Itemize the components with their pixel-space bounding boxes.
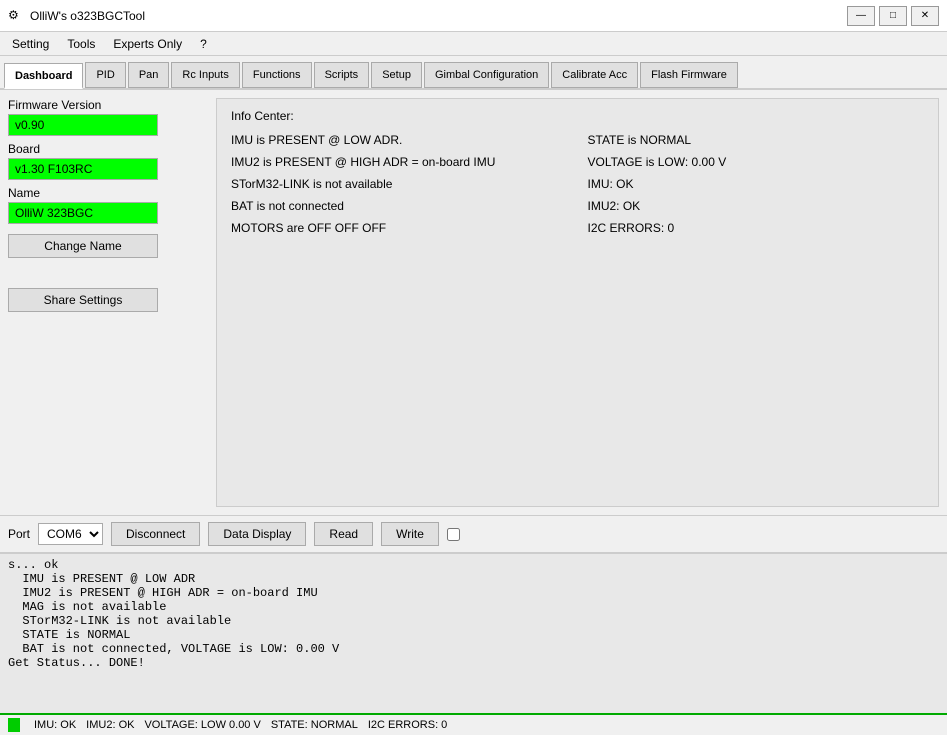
close-button[interactable]: ✕: [911, 6, 939, 26]
info-center-title: Info Center:: [231, 109, 924, 123]
info-i2c-errors: I2C ERRORS: 0: [588, 221, 925, 235]
port-label: Port: [8, 527, 30, 541]
info-panel: Info Center: IMU is PRESENT @ LOW ADR. S…: [216, 98, 939, 507]
tab-flash-firmware[interactable]: Flash Firmware: [640, 62, 738, 88]
tab-pan[interactable]: Pan: [128, 62, 170, 88]
controls-bar: Port COM6 Disconnect Data Display Read W…: [0, 515, 947, 553]
name-input[interactable]: [8, 202, 158, 224]
left-panel: Firmware Version Board Name Change Name …: [8, 98, 208, 507]
menu-experts-only[interactable]: Experts Only: [105, 35, 190, 53]
info-imu-ok: IMU: OK: [588, 177, 925, 191]
left-panel-lower: Share Settings: [8, 284, 208, 312]
share-settings-button[interactable]: Share Settings: [8, 288, 158, 312]
restore-button[interactable]: □: [879, 6, 907, 26]
titlebar: ⚙ OlliW's o323BGCTool — □ ✕: [0, 0, 947, 32]
titlebar-left: ⚙ OlliW's o323BGCTool: [8, 8, 145, 24]
titlebar-controls: — □ ✕: [847, 6, 939, 26]
info-storm32-link: STorM32-LINK is not available: [231, 177, 568, 191]
menu-tools[interactable]: Tools: [59, 35, 103, 53]
tab-setup[interactable]: Setup: [371, 62, 422, 88]
info-imu-present: IMU is PRESENT @ LOW ADR.: [231, 133, 568, 147]
menubar: Setting Tools Experts Only ?: [0, 32, 947, 56]
info-voltage-low: VOLTAGE is LOW: 0.00 V: [588, 155, 925, 169]
info-grid: IMU is PRESENT @ LOW ADR. STATE is NORMA…: [231, 133, 924, 235]
board-label: Board: [8, 142, 208, 156]
info-imu2-ok: IMU2: OK: [588, 199, 925, 213]
tab-gimbal-configuration[interactable]: Gimbal Configuration: [424, 62, 549, 88]
firmware-version-label: Firmware Version: [8, 98, 208, 112]
info-motors-off: MOTORS are OFF OFF OFF: [231, 221, 568, 235]
name-label: Name: [8, 186, 208, 200]
board-input[interactable]: [8, 158, 158, 180]
status-state: STATE: NORMAL: [271, 719, 358, 731]
write-button[interactable]: Write: [381, 522, 439, 546]
console-area[interactable]: s... ok IMU is PRESENT @ LOW ADR IMU2 is…: [0, 553, 947, 713]
menu-setting[interactable]: Setting: [4, 35, 57, 53]
minimize-button[interactable]: —: [847, 6, 875, 26]
menu-help[interactable]: ?: [192, 35, 215, 53]
name-group: Name: [8, 186, 208, 224]
status-green-indicator: [8, 718, 20, 732]
status-i2c: I2C ERRORS: 0: [368, 719, 447, 731]
info-imu2-present: IMU2 is PRESENT @ HIGH ADR = on-board IM…: [231, 155, 568, 169]
tab-scripts[interactable]: Scripts: [314, 62, 370, 88]
info-bat-not-connected: BAT is not connected: [231, 199, 568, 213]
port-select[interactable]: COM6: [38, 523, 103, 545]
tab-calibrate-acc[interactable]: Calibrate Acc: [551, 62, 638, 88]
window-title: OlliW's o323BGCTool: [30, 9, 145, 23]
status-imu: IMU: OK: [34, 719, 76, 731]
status-imu2: IMU2: OK: [86, 719, 134, 731]
checkbox-area: [447, 528, 460, 541]
tab-rc-inputs[interactable]: Rc Inputs: [171, 62, 239, 88]
tab-functions[interactable]: Functions: [242, 62, 312, 88]
data-display-button[interactable]: Data Display: [208, 522, 306, 546]
tab-pid[interactable]: PID: [85, 62, 125, 88]
change-name-button[interactable]: Change Name: [8, 234, 158, 258]
board-group: Board: [8, 142, 208, 180]
status-voltage: VOLTAGE: LOW 0.00 V: [144, 719, 260, 731]
firmware-version-group: Firmware Version: [8, 98, 208, 136]
main-content: Firmware Version Board Name Change Name …: [0, 90, 947, 515]
read-button[interactable]: Read: [314, 522, 373, 546]
firmware-version-input[interactable]: [8, 114, 158, 136]
checkbox[interactable]: [447, 528, 460, 541]
tabs-row: Dashboard PID Pan Rc Inputs Functions Sc…: [0, 56, 947, 90]
status-line: IMU: OK IMU2: OK VOLTAGE: LOW 0.00 V STA…: [0, 713, 947, 735]
info-state-normal: STATE is NORMAL: [588, 133, 925, 147]
tab-dashboard[interactable]: Dashboard: [4, 63, 83, 89]
disconnect-button[interactable]: Disconnect: [111, 522, 200, 546]
app-icon: ⚙: [8, 8, 24, 24]
